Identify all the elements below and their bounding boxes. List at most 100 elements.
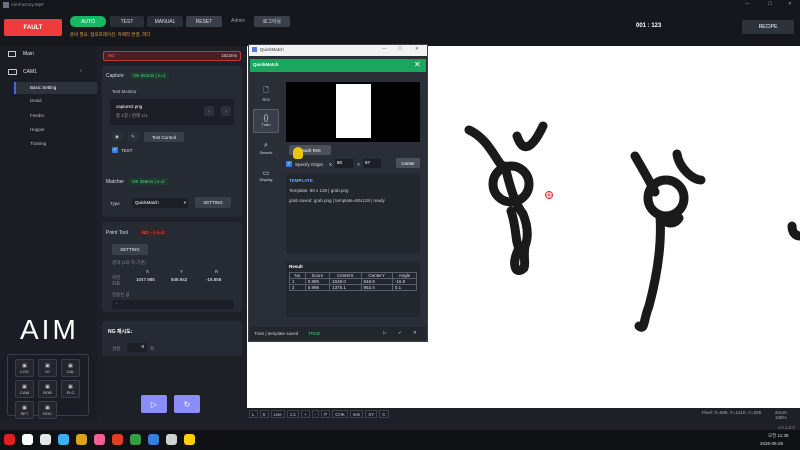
side-tab-roi[interactable]: 🗋 ROI <box>253 82 279 106</box>
sidebar-item-basic-setting[interactable]: Basic Setting <box>14 82 97 94</box>
brush-icon[interactable]: ✎ <box>128 132 138 141</box>
taskbar-app-icon[interactable] <box>22 434 33 445</box>
vision-coord-label: 비전 좌표 <box>112 275 121 286</box>
taskbar-app-icon[interactable] <box>94 434 105 445</box>
viewer-tool-button[interactable]: 1:1 <box>286 410 300 418</box>
test-checkbox-label: TEST <box>121 148 133 153</box>
check-icon[interactable]: ✓ <box>398 330 402 336</box>
viewer-toolbar: L S Live 1:1 + - P CHK mm XY C Pixel: X=589, Y=121… <box>247 408 800 420</box>
viewer-tool-button[interactable]: Live <box>270 410 285 418</box>
minimize-icon[interactable]: — <box>745 1 750 6</box>
result-section: Result No Score CenterX CenterY Angle 1 0.995… <box>286 261 420 317</box>
reset-button[interactable]: RESET <box>186 16 222 27</box>
dialog-close-icon[interactable]: ✕ <box>415 46 419 52</box>
dialog-minimize-icon[interactable]: — <box>382 46 387 51</box>
run-icon[interactable]: ▷ <box>383 330 386 336</box>
test-button[interactable]: TEST <box>110 16 144 27</box>
specify-origin-checkbox[interactable]: ✓ <box>286 161 292 167</box>
result-table: No Score CenterX CenterY Angle 1 0.995 1048.0 8… <box>289 272 418 291</box>
side-tab-label: Train <box>261 122 271 127</box>
tool-label: PLC <box>66 389 75 395</box>
tool-cal-button[interactable]: ▣ CAL <box>61 359 80 377</box>
status-text: 준비 필요: 협의포레이션, 카메라 연결, 피다 <box>70 32 151 37</box>
origin-x-value: 80 <box>337 160 343 165</box>
type-select[interactable]: QuickMatch ▾ <box>132 198 188 208</box>
viewer-tool-button[interactable]: XY <box>365 410 378 418</box>
dialog-header: QuickMatch ✕ <box>250 59 426 72</box>
train-icon: {} <box>263 115 269 122</box>
origin-x-input[interactable]: 80 <box>335 159 353 168</box>
taskbar-app-icon[interactable] <box>40 434 51 445</box>
side-tab-label: Display <box>259 176 273 182</box>
viewer-tool-button[interactable]: CHK <box>332 410 348 418</box>
side-tab-search[interactable]: ⌕ Search <box>253 136 279 160</box>
taskbar-app-icon[interactable] <box>76 434 87 445</box>
play-button[interactable]: ▷ <box>141 395 167 413</box>
origin-y-input[interactable]: 87 <box>363 159 381 168</box>
y-header: Y <box>180 269 184 274</box>
point-tool-setting-button[interactable]: SETTING <box>112 244 148 255</box>
taskbar-app-icon[interactable] <box>166 434 177 445</box>
sidebar-item-hopper[interactable]: Hopper <box>30 127 45 132</box>
auto-button[interactable]: AUTO <box>70 16 106 27</box>
sidebar-item-main[interactable]: Main <box>0 48 97 60</box>
tool-set-button[interactable]: ▣ SET <box>15 401 34 419</box>
counter: 001 : 123 <box>636 23 662 29</box>
matcher-badge: OK 358ms | n=2 <box>129 178 168 185</box>
viewer-tool-button[interactable]: - <box>311 410 320 418</box>
viewer-tool-button[interactable]: C <box>379 410 389 418</box>
tool-rob-button[interactable]: ▣ ROB <box>38 380 57 398</box>
viewer-tool-button[interactable]: mm <box>349 410 364 418</box>
tool-log-button[interactable]: ▣ LOG <box>15 359 34 377</box>
taskbar-app-icon[interactable] <box>4 434 15 445</box>
maximize-icon[interactable]: ☐ <box>768 1 772 7</box>
zoom-readout: Zoom: 106% <box>775 410 788 420</box>
chevron-left-icon[interactable]: ‹ <box>80 68 82 74</box>
ng-retry-unit: 회 <box>150 346 155 351</box>
cancel-icon[interactable]: ✕ <box>413 330 417 336</box>
logout-button[interactable]: 로그아웃 <box>254 16 290 27</box>
recipe-button[interactable]: RECIPE <box>742 20 794 34</box>
table-cell: 0.995 <box>304 284 331 291</box>
viewer-tool-button[interactable]: S <box>259 410 269 418</box>
close-icon[interactable]: ✕ <box>788 1 792 7</box>
table-row[interactable]: 2 0.995 1375.1 953.4 0.1 <box>289 284 418 291</box>
point-tool-label: Point Tool <box>106 230 128 236</box>
viewer-tool-button[interactable]: P <box>321 410 331 418</box>
viewer-tool-button[interactable]: L <box>249 410 258 418</box>
test-monitor-label: Test Monitor <box>112 89 137 94</box>
next-image-button[interactable]: › <box>221 106 231 116</box>
sidebar-item-detail[interactable]: Detail <box>30 98 42 103</box>
taskbar-app-icon[interactable] <box>112 434 123 445</box>
tool-doc-button[interactable]: ▣ DOC <box>38 401 57 419</box>
status-flag: TRUE <box>308 331 321 336</box>
header-close-icon[interactable]: ✕ <box>414 60 421 69</box>
tool-plc-button[interactable]: ▣ PLC <box>61 380 80 398</box>
sidebar-item-training[interactable]: Training <box>30 141 46 146</box>
tool-label: ROB <box>43 389 52 395</box>
sidebar-item-cam1[interactable]: CAM1 ‹ <box>0 66 97 78</box>
viewer-tool-button[interactable]: + <box>301 410 310 418</box>
manual-button[interactable]: MANUAL <box>147 16 183 27</box>
refresh-button[interactable]: ↻ <box>174 395 200 413</box>
taskbar-time: 오전 11:38 <box>768 433 789 438</box>
tool-io-button[interactable]: ▣ IO <box>38 359 57 377</box>
matcher-setting-button[interactable]: SETTING <box>195 197 231 208</box>
test-control-button[interactable]: Test Control <box>144 132 184 142</box>
test-checkbox[interactable]: ✓ <box>112 147 118 153</box>
side-tab-display[interactable]: ▭ Display <box>253 163 279 187</box>
camera-capture-icon[interactable]: ◉ <box>112 132 122 141</box>
ng-retry-input[interactable]: 0 <box>127 343 147 352</box>
center-button[interactable]: Center <box>396 158 420 168</box>
fault-button[interactable]: FAULT <box>4 19 62 36</box>
taskbar-app-icon[interactable] <box>148 434 159 445</box>
sidebar-item-feeder[interactable]: Feeder <box>30 113 44 118</box>
prev-image-button[interactable]: ‹ <box>204 106 214 116</box>
taskbar-app-icon[interactable] <box>130 434 141 445</box>
taskbar-app-icon[interactable] <box>58 434 69 445</box>
tool-cam-button[interactable]: ▣ CAM <box>15 380 34 398</box>
app-icon <box>3 2 9 8</box>
side-tab-train[interactable]: {} Train <box>253 109 279 133</box>
dialog-maximize-icon[interactable]: ☐ <box>398 46 402 52</box>
taskbar-app-icon[interactable] <box>184 434 195 445</box>
